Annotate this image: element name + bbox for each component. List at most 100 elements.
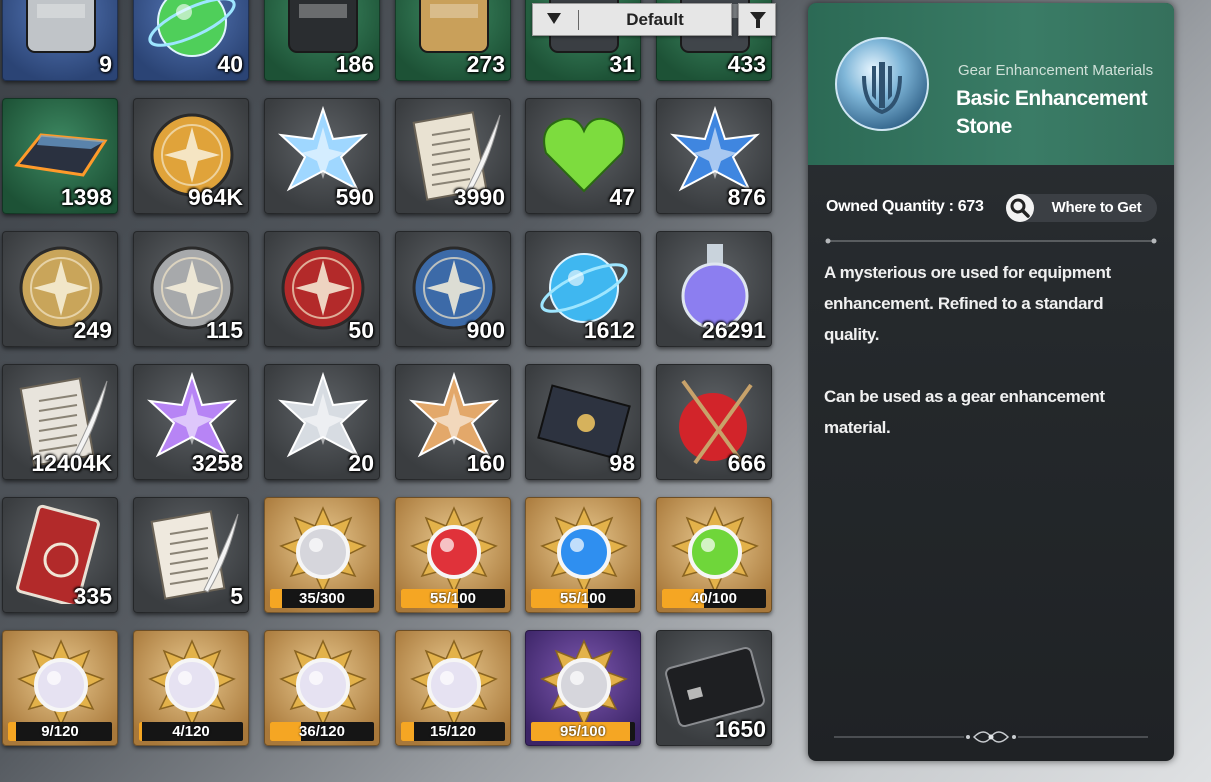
item-quantity: 876 — [727, 184, 766, 210]
inventory-item[interactable]: 4/120 — [133, 630, 249, 746]
inventory-item[interactable]: 335 — [2, 497, 118, 613]
item-quantity: 40 — [217, 51, 243, 77]
item-quantity: 31 — [609, 51, 635, 77]
filter-icon-stem — [756, 20, 760, 28]
owned-quantity: Owned Quantity : 673 — [826, 198, 984, 215]
inventory-item[interactable]: 666 — [656, 364, 772, 480]
item-quantity: 186 — [335, 51, 374, 77]
item-description: A mysterious ore used for equipment enha… — [824, 263, 1111, 344]
item-progress-text: 15/120 — [430, 723, 476, 740]
inventory-item[interactable]: 40/100 — [656, 497, 772, 613]
item-quantity: 12404K — [31, 450, 112, 476]
inventory-item[interactable]: 55/100 — [525, 497, 641, 613]
item-quantity: 50 — [348, 317, 374, 343]
inventory-item[interactable]: 1398 — [2, 98, 118, 214]
item-progress-text: 55/100 — [430, 590, 476, 607]
item-progress-bar: 95/100 — [531, 722, 635, 741]
inventory-item[interactable]: 876 — [656, 98, 772, 214]
item-category: Gear Enhancement Materials — [958, 62, 1154, 79]
filter-button[interactable] — [738, 3, 776, 36]
item-quantity: 3990 — [453, 184, 505, 210]
item-quantity: 335 — [73, 583, 112, 609]
item-quantity: 964K — [188, 184, 243, 210]
inventory-grid: 9 40 186 273 31 433 1398 964K 590 3990 47 876 249 115… — [0, 0, 780, 782]
inventory-item[interactable]: 9/120 — [2, 630, 118, 746]
inventory-item[interactable]: 249 — [2, 231, 118, 347]
inventory-item[interactable]: 26291 — [656, 231, 772, 347]
item-quantity: 1398 — [60, 184, 112, 210]
inventory-item[interactable]: 115 — [133, 231, 249, 347]
item-quantity: 115 — [205, 317, 243, 343]
item-progress-text: 35/300 — [299, 590, 345, 607]
search-icon — [1006, 194, 1034, 222]
item-quantity: 273 — [466, 51, 505, 77]
item-quantity: 590 — [335, 184, 374, 210]
inventory-item[interactable]: 900 — [395, 231, 511, 347]
where-to-get-label[interactable]: Where to Get — [1036, 194, 1157, 222]
inventory-item[interactable]: 273 — [395, 0, 511, 81]
inventory-item[interactable]: 1650 — [656, 630, 772, 746]
item-quantity: 1612 — [583, 317, 635, 343]
inventory-item[interactable]: 95/100 — [525, 630, 641, 746]
item-detail-header: Gear Enhancement Materials Basic Enhance… — [808, 3, 1174, 165]
divider — [825, 238, 1157, 244]
item-quantity: 249 — [73, 317, 112, 343]
item-quantity: 26291 — [702, 317, 766, 343]
inventory-item[interactable]: 1612 — [525, 231, 641, 347]
item-quantity: 433 — [727, 51, 766, 77]
item-detail-panel: Gear Enhancement Materials Basic Enhance… — [808, 3, 1174, 761]
item-progress-bar: 55/100 — [531, 589, 635, 608]
inventory-item[interactable]: 12404K — [2, 364, 118, 480]
item-progress-bar: 55/100 — [401, 589, 505, 608]
inventory-item[interactable]: 47 — [525, 98, 641, 214]
item-progress-text: 36/120 — [299, 723, 345, 740]
inventory-item[interactable]: 20 — [264, 364, 380, 480]
item-quantity: 666 — [727, 450, 766, 476]
inventory-item[interactable]: 964K — [133, 98, 249, 214]
item-quantity: 1650 — [714, 716, 766, 742]
inventory-item[interactable]: 35/300 — [264, 497, 380, 613]
inventory-item[interactable]: 5 — [133, 497, 249, 613]
item-progress-text: 95/100 — [560, 723, 606, 740]
inventory-item[interactable]: 9 — [2, 0, 118, 81]
sort-order-button[interactable]: Default — [532, 3, 732, 36]
inventory-item[interactable]: 50 — [264, 231, 380, 347]
item-quantity: 98 — [609, 450, 635, 476]
enhancement-stone-icon — [835, 37, 929, 131]
item-progress-bar: 4/120 — [139, 722, 243, 741]
item-progress-text: 40/100 — [691, 590, 737, 607]
item-quantity: 900 — [466, 317, 505, 343]
item-progress-bar: 40/100 — [662, 589, 766, 608]
inventory-item[interactable]: 98 — [525, 364, 641, 480]
sort-label[interactable]: Default — [579, 4, 731, 36]
inventory-item[interactable]: 40 — [133, 0, 249, 81]
item-quantity: 9 — [99, 51, 112, 77]
item-quantity: 160 — [466, 450, 505, 476]
inventory-item[interactable]: 590 — [264, 98, 380, 214]
item-progress-bar: 9/120 — [8, 722, 112, 741]
inventory-item[interactable]: 36/120 — [264, 630, 380, 746]
inventory-item[interactable]: 160 — [395, 364, 511, 480]
item-quantity: 20 — [348, 450, 374, 476]
item-progress-text: 55/100 — [560, 590, 606, 607]
sort-direction-icon[interactable] — [547, 13, 561, 24]
item-quantity: 5 — [230, 583, 243, 609]
where-to-get-button[interactable]: Where to Get — [1006, 194, 1157, 222]
scroll-quill-icon — [150, 510, 239, 600]
item-progress-text: 9/120 — [41, 723, 79, 740]
knife-icon — [26, 0, 96, 53]
inventory-item[interactable]: 3258 — [133, 364, 249, 480]
item-progress-text: 4/120 — [172, 723, 210, 740]
inventory-item[interactable]: 186 — [264, 0, 380, 81]
ornament-divider — [834, 731, 1148, 743]
item-usage: Can be used as a gear enhancement materi… — [824, 387, 1105, 437]
item-quantity: 47 — [609, 184, 635, 210]
item-name: Basic Enhancement Stone — [956, 87, 1148, 138]
item-quantity: 3258 — [191, 450, 243, 476]
item-progress-bar: 35/300 — [270, 589, 374, 608]
item-progress-bar: 36/120 — [270, 722, 374, 741]
inventory-item[interactable]: 15/120 — [395, 630, 511, 746]
inventory-item[interactable]: 55/100 — [395, 497, 511, 613]
item-progress-bar: 15/120 — [401, 722, 505, 741]
inventory-item[interactable]: 3990 — [395, 98, 511, 214]
